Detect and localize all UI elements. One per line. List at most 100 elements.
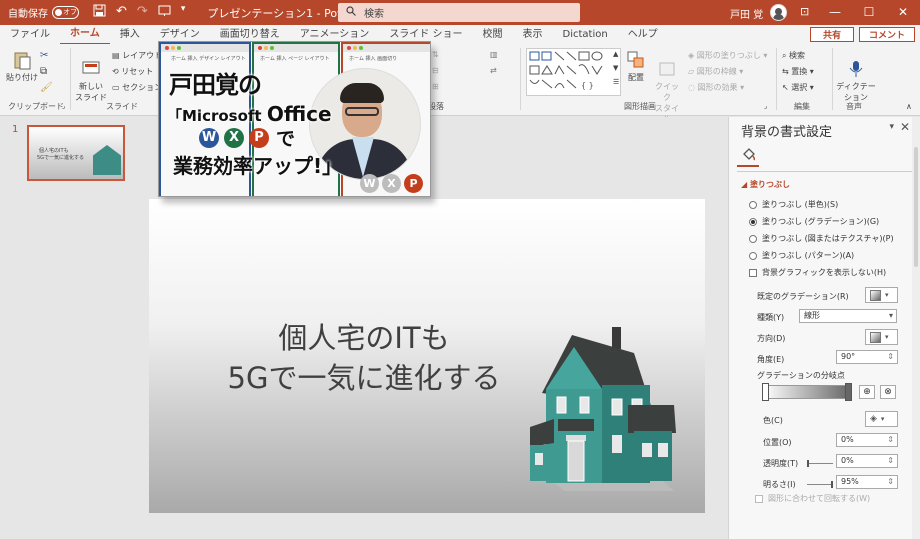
find-button[interactable]: ⌕ 検索 [782, 50, 805, 61]
maximize-button[interactable]: ☐ [852, 0, 886, 25]
gallery-scroll-up-icon[interactable]: ▲ [613, 50, 618, 58]
transparency-label: 透明度(T) [763, 459, 799, 468]
search-icon [346, 6, 356, 19]
gallery-more-icon[interactable]: ☰ [613, 78, 619, 86]
remove-gradient-stop-icon[interactable]: ⊗ [880, 385, 896, 399]
position-input[interactable]: 0% [836, 433, 898, 447]
start-from-beginning-icon[interactable] [158, 4, 171, 21]
brightness-label: 明るさ(I) [763, 480, 796, 489]
format-painter-icon[interactable]: 🖌 [40, 82, 53, 93]
share-label: 共有 [822, 31, 841, 41]
select-label: 選択 [791, 83, 808, 92]
drawing-launcher-icon[interactable]: ⌟ [764, 102, 767, 110]
arrange-button[interactable]: 配置 [624, 50, 648, 83]
separator [776, 48, 777, 110]
tab-review[interactable]: 校閲 [473, 25, 513, 44]
reset-button[interactable]: ⟲ リセット [112, 66, 153, 77]
shapes-gallery-icon: { } [529, 51, 603, 90]
section-button[interactable]: ▭ セクション [112, 82, 162, 93]
rotate-with-shape-checkbox[interactable]: 図形に合わせて回転する(W) [755, 493, 870, 504]
fill-section-header[interactable]: ◢ 塗りつぶし [741, 179, 790, 190]
gallery-scroll-down-icon[interactable]: ▼ [613, 64, 618, 72]
shape-outline-button[interactable]: ▱ 図形の枠線 ▾ [688, 66, 743, 77]
tab-file[interactable]: ファイル [0, 25, 60, 44]
gradient-type-select[interactable]: 線形 [799, 309, 897, 323]
text-align-icon[interactable]: ⇄ [490, 66, 497, 75]
collapse-ribbon-icon[interactable]: ∧ [906, 102, 912, 111]
brightness-input[interactable]: 95% [836, 475, 898, 489]
pane-options-icon[interactable]: ▾ [889, 122, 894, 132]
angle-input[interactable]: 90° [836, 350, 898, 364]
search-box[interactable]: 検索 [338, 3, 580, 22]
add-gradient-stop-icon[interactable]: ⊕ [859, 385, 875, 399]
separator [70, 48, 71, 110]
close-button[interactable]: ✕ [886, 0, 920, 25]
direction-label: 方向(D) [757, 334, 786, 343]
quick-style-icon [659, 62, 675, 76]
smartart-icon[interactable]: ⊞ [432, 82, 439, 91]
align-text-icon[interactable]: ⊟ [432, 66, 439, 75]
brightness-slider[interactable] [807, 481, 833, 488]
shape-effect-button[interactable]: ◌ 図形の効果 ▾ [688, 82, 744, 93]
hide-background-graphics-checkbox[interactable]: 背景グラフィックを表示しない(H) [749, 267, 886, 278]
copy-icon[interactable]: ⧉ [40, 66, 47, 77]
comment-button[interactable]: コメント [859, 27, 915, 42]
columns-icon[interactable]: ▥ [490, 50, 498, 59]
customize-qat-icon[interactable]: ▾ [181, 4, 186, 21]
save-icon[interactable] [93, 4, 106, 21]
pane-scrollbar[interactable] [912, 117, 920, 539]
color-picker-button[interactable]: ◈ ▾ [865, 411, 898, 427]
gradient-stop-1[interactable] [762, 383, 769, 401]
preset-gradient-button[interactable]: ▾ [865, 287, 898, 303]
slide-thumbnail[interactable]: 個人宅のITも 5Gで一気に進化する [27, 125, 125, 181]
redo-icon[interactable]: ↷ [137, 4, 148, 21]
direction-button[interactable]: ▾ [865, 329, 898, 345]
arrange-icon [627, 51, 644, 68]
text-direction-icon[interactable]: ⇅ [432, 50, 439, 59]
gradient-fill-radio[interactable]: 塗りつぶし (グラデーション)(G) [749, 216, 879, 227]
wxp-p-icon: P [404, 174, 423, 193]
cut-icon[interactable]: ✂ [40, 50, 48, 61]
picture-fill-radio[interactable]: 塗りつぶし (図またはテクスチャ)(P) [749, 233, 894, 244]
avatar[interactable] [770, 4, 787, 21]
solid-fill-radio[interactable]: 塗りつぶし (単色)(S) [749, 199, 838, 210]
user-name[interactable]: 戸田 覚 [730, 6, 763, 21]
minimize-button[interactable]: — [818, 0, 852, 25]
pane-scrollbar-thumb[interactable] [914, 147, 918, 267]
gradient-stops-bar[interactable] [763, 385, 851, 399]
shape-fill-button[interactable]: ◈ 図形の塗りつぶし ▾ [688, 50, 767, 61]
tab-dictation[interactable]: Dictation [553, 25, 618, 44]
pane-close-icon[interactable]: ✕ [900, 120, 910, 134]
new-slide-button[interactable]: 新しい スライド [74, 50, 108, 112]
fill-bucket-icon[interactable] [741, 146, 757, 162]
shape-fill-label: 図形の塗りつぶし [696, 51, 761, 60]
share-button[interactable]: 共有 [810, 27, 854, 42]
thumbnail-title-line2: 5Gで一気に進化する [37, 155, 85, 161]
undo-icon[interactable]: ↶ [116, 4, 127, 21]
ribbon-tabs: ファイル ホーム 挿入 デザイン 画面切り替え アニメーション スライド ショー… [0, 24, 920, 45]
transparency-slider[interactable] [807, 460, 833, 467]
pattern-fill-radio[interactable]: 塗りつぶし (パターン)(A) [749, 250, 854, 261]
paste-button[interactable]: 貼り付け [6, 50, 38, 83]
tab-home[interactable]: ホーム [60, 24, 110, 45]
house-image[interactable] [524, 323, 676, 503]
voice-group-label: 音声 [846, 102, 862, 111]
tab-insert[interactable]: 挿入 [110, 25, 150, 44]
shape-outline-label: 図形の枠線 [696, 67, 737, 76]
clipboard-launcher-icon[interactable]: ⌟ [62, 102, 65, 110]
slide-title-line2[interactable]: 5Gで一気に進化する [149, 355, 579, 397]
tab-view[interactable]: 表示 [513, 25, 553, 44]
replace-button[interactable]: ⇆ 置換 ▾ [782, 66, 814, 77]
autosave-toggle[interactable]: オフ [52, 6, 79, 19]
banner-author-name: 戸田覚の [169, 71, 262, 99]
section-label: セクション [122, 83, 163, 92]
slide-title-line1[interactable]: 個人宅のITも [149, 315, 579, 357]
layout-button[interactable]: ▤ レイアウト [112, 50, 162, 61]
book-banner-image: ホーム 挿入 デザイン レイアウト ホーム 挿入 ページ レイアウト ホーム 挿… [158, 41, 431, 197]
gradient-stop-2[interactable] [845, 383, 852, 401]
tab-help[interactable]: ヘルプ [618, 25, 668, 44]
select-button[interactable]: ↖ 選択 ▾ [782, 82, 814, 93]
ribbon-display-options-icon[interactable]: ⊡ [800, 5, 809, 18]
transparency-input[interactable]: 0% [836, 454, 898, 468]
shapes-gallery[interactable]: { } [526, 48, 621, 96]
